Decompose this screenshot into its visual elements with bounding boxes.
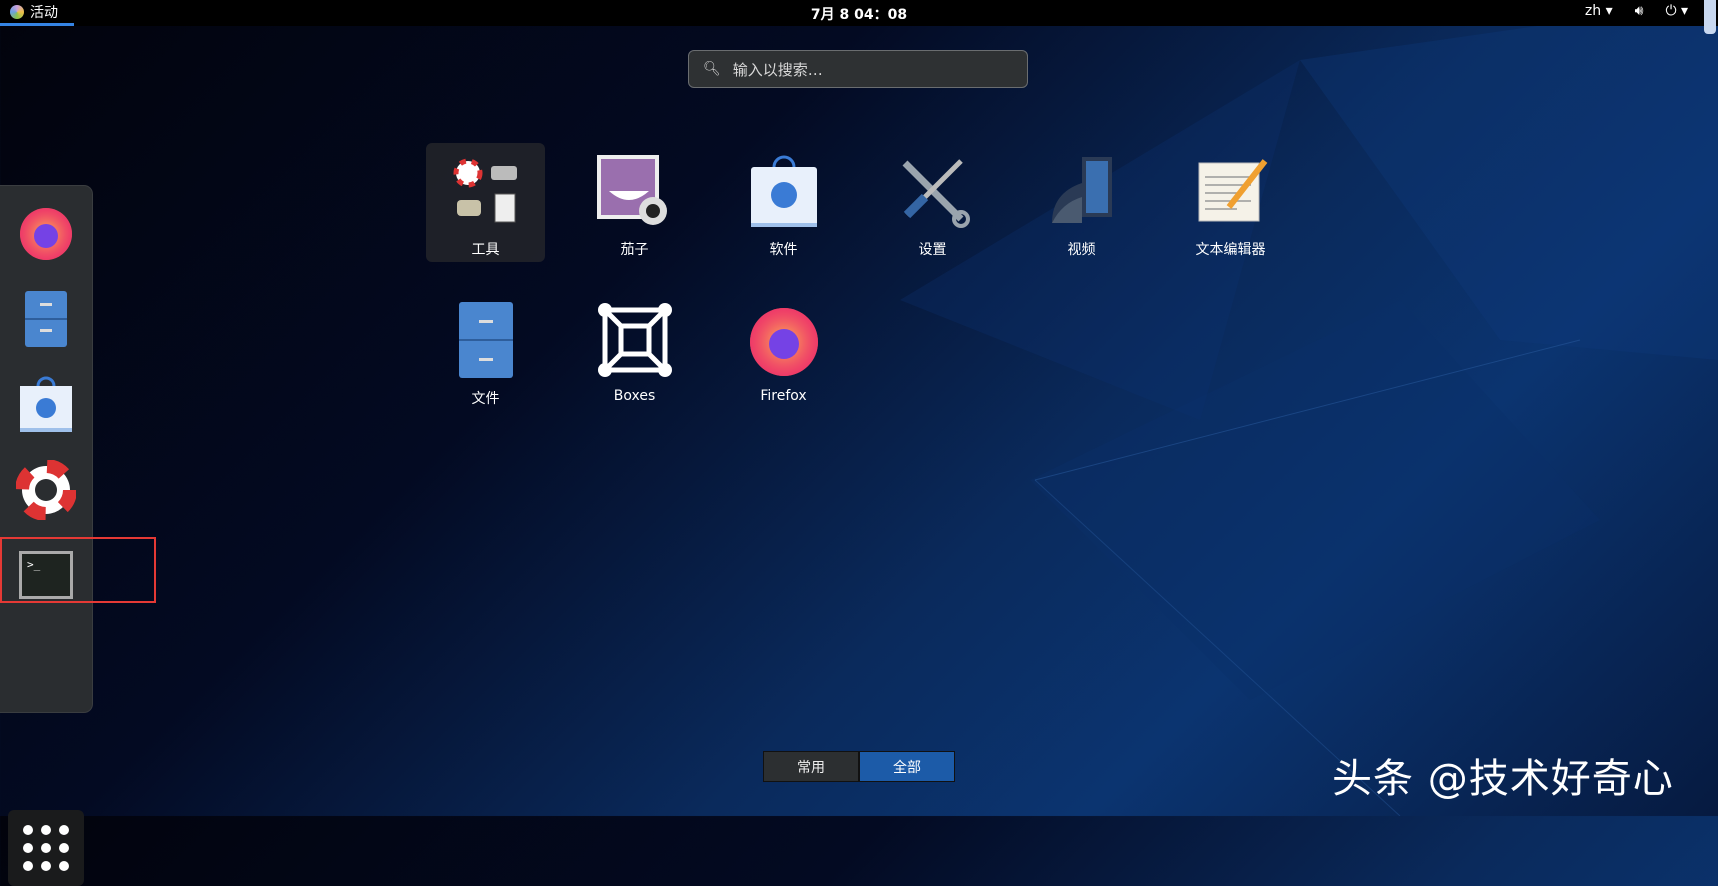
app-label: 设置 [918,242,947,258]
app-text-editor[interactable]: 文本编辑器 [1171,143,1290,262]
software-icon [750,155,817,227]
tab-all[interactable]: 全部 [859,751,955,782]
app-label: 工具 [471,242,500,258]
settings-icon [902,159,970,228]
files-icon [25,291,67,347]
firefox-icon [20,208,72,260]
dock-item-software[interactable] [10,368,82,440]
highlight-annotation [0,537,156,603]
lifebuoy-icon [16,460,76,520]
text-editor-icon [1198,159,1267,222]
wallpaper [900,0,1718,816]
app-files[interactable]: 文件 [426,292,545,411]
tab-frequent[interactable]: 常用 [763,751,859,782]
dock-item-files[interactable] [10,283,82,355]
app-label: 文件 [471,391,500,407]
dash: >_ [0,185,93,886]
utilities-folder-icon [453,158,517,223]
cheese-icon [596,155,667,225]
language-menu[interactable]: zh ▾ [1585,3,1613,19]
app-label: Boxes [613,388,656,404]
app-label: Firefox [760,388,807,404]
volume-icon[interactable]: 🔊︎ [1635,3,1644,19]
search-input[interactable]: 🔍︎ 输入以搜索… [688,50,1028,88]
software-icon [20,376,72,432]
firefox-icon [749,308,818,376]
dock-item-help[interactable] [10,454,82,526]
dock-item-firefox[interactable] [10,196,82,268]
app-software[interactable]: 软件 [724,143,843,262]
clock[interactable]: 7月 8 04：08 [0,4,1718,24]
app-label: 茄子 [620,242,649,258]
workspace-thumbnail-edge[interactable] [1704,0,1716,34]
show-apps-button[interactable] [8,810,84,886]
app-firefox[interactable]: Firefox [724,292,843,411]
top-bar: 活动 7月 8 04：08 zh ▾ 🔊︎ ⏻ ▾ [0,0,1718,34]
app-label: 文本编辑器 [1195,242,1266,258]
app-boxes[interactable]: Boxes [575,292,694,411]
app-label: 视频 [1067,242,1096,258]
videos-icon [1051,157,1112,223]
search-placeholder: 输入以搜索… [732,60,823,79]
app-settings[interactable]: 设置 [873,143,992,262]
view-switcher: 常用 全部 [763,751,955,782]
search-icon: 🔍︎ [703,61,721,77]
app-utilities[interactable]: 工具 [426,143,545,262]
watermark: 头条 @技术好奇心 [1332,756,1674,802]
app-label: 软件 [769,242,798,258]
files-icon [458,302,513,378]
power-menu[interactable]: ⏻ ▾ [1665,3,1688,19]
app-cheese[interactable]: 茄子 [575,143,694,262]
boxes-icon [597,303,672,377]
app-videos[interactable]: 视频 [1022,143,1141,262]
power-icon: ⏻ [1665,3,1677,19]
